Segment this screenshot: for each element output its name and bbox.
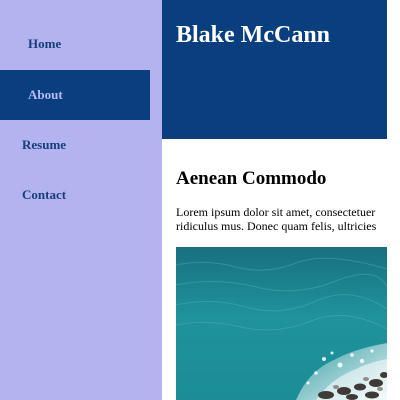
sidebar-nav: Home About Resume Contact [0,0,162,400]
site-header: Blake McCann [162,0,387,139]
ocean-photo [176,247,387,400]
paragraph-line: ridiculus mus. Donec quam felis, ultrici… [176,219,377,233]
sidebar-item-label: Resume [22,137,67,152]
main-content: Aenean Commodo Lorem ipsum dolor sit ame… [162,139,400,400]
sidebar-item-label: Home [28,36,62,51]
section-heading: Aenean Commodo [176,168,327,189]
sidebar-item-home[interactable]: Home [0,19,150,69]
page: Home About Resume Contact Blake McCann A… [0,0,400,400]
sidebar-item-about[interactable]: About [0,70,150,120]
sidebar-item-label: About [28,87,63,102]
body-paragraph: Lorem ipsum dolor sit amet, consectetuer… [176,205,400,233]
sidebar-item-label: Contact [22,187,67,202]
sidebar-item-contact[interactable]: Contact [0,170,150,220]
sidebar-item-resume[interactable]: Resume [0,120,150,170]
site-title: Blake McCann [176,22,331,48]
paragraph-line: Lorem ipsum dolor sit amet, consectetuer [176,205,376,219]
ocean-photo-art [176,247,387,400]
